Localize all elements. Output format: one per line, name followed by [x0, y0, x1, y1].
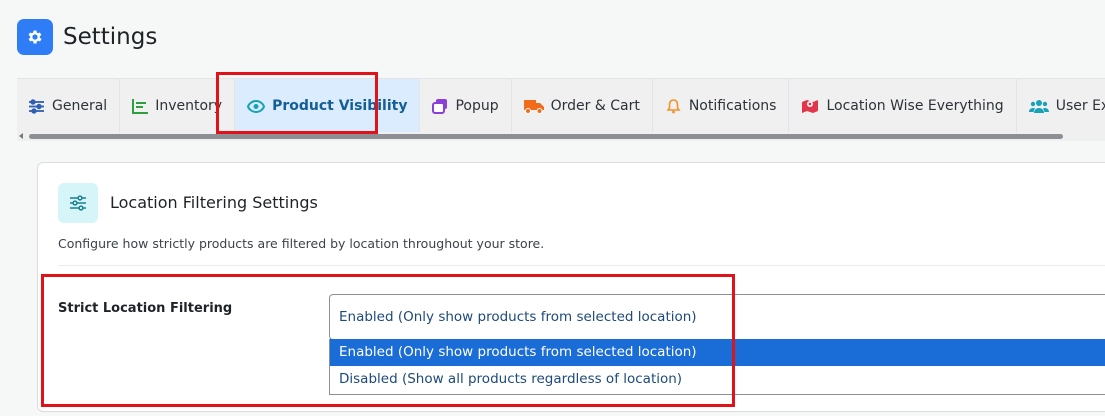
- windows-icon: [432, 99, 448, 114]
- tab-highlight-box: [216, 72, 378, 134]
- tab-notifications[interactable]: Notifications: [653, 79, 790, 132]
- users-icon: [1028, 99, 1049, 113]
- card-description: Configure how strictly products are filt…: [58, 236, 545, 251]
- chart-icon: [132, 98, 149, 114]
- tab-label: User Experience: [1055, 98, 1105, 114]
- scroll-left-icon[interactable]: [19, 133, 23, 139]
- app-icon: [17, 19, 53, 55]
- page-title: Settings: [63, 24, 158, 50]
- tab-label: Popup: [455, 98, 499, 114]
- gear-icon: [28, 30, 42, 44]
- tab-label: General: [52, 98, 108, 114]
- page-header: Settings: [17, 19, 157, 55]
- card-icon: [58, 183, 98, 223]
- tab-user-experience[interactable]: User Experience: [1017, 79, 1105, 132]
- scrollbar-thumb[interactable]: [29, 134, 1063, 139]
- divider: [58, 265, 1105, 266]
- tab-general[interactable]: General: [17, 79, 121, 132]
- tab-order-cart[interactable]: Order & Cart: [512, 79, 653, 132]
- sliders-icon: [29, 98, 44, 114]
- tab-popup[interactable]: Popup: [420, 79, 512, 132]
- bell-icon: [666, 99, 681, 114]
- truck-icon: [523, 99, 544, 114]
- tab-label: Order & Cart: [550, 98, 640, 114]
- tab-label: Notifications: [688, 98, 777, 114]
- sliders-icon: [70, 195, 86, 211]
- card-title: Location Filtering Settings: [110, 193, 318, 212]
- tab-label: Inventory: [155, 98, 223, 114]
- map-icon: [802, 99, 819, 113]
- tab-label: Location Wise Everything: [826, 98, 1004, 114]
- field-highlight-box: [41, 274, 735, 407]
- settings-tabs: General Inventory Product Visibility Pop…: [17, 78, 1105, 132]
- tabs-scrollbar[interactable]: [17, 132, 1105, 141]
- tab-location-wise-everything[interactable]: Location Wise Everything: [789, 79, 1017, 132]
